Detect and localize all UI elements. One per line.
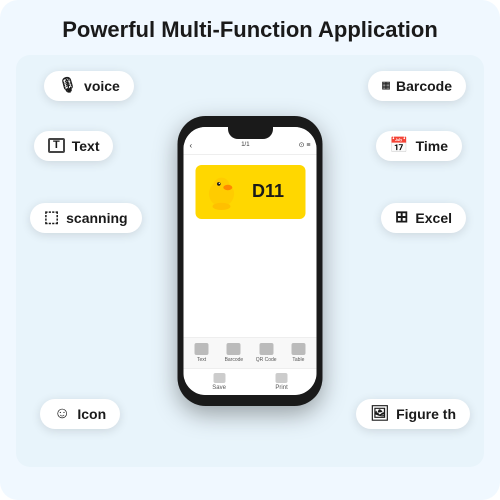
- screen-title: 1/1: [241, 142, 249, 148]
- chip-voice-label: voice: [84, 78, 120, 94]
- phone-screen: ‹ 1/1 ⊙ ≡: [184, 127, 317, 395]
- toolbar-qr[interactable]: QR Code: [252, 341, 280, 365]
- toolbar-barcode[interactable]: Barcode: [220, 341, 248, 365]
- voice-icon: 🎙: [58, 78, 77, 93]
- chip-voice[interactable]: 🎙 voice: [44, 71, 134, 101]
- main-container: Powerful Multi-Function Application 🎙 vo…: [0, 0, 500, 500]
- screen-icons: ⊙ ≡: [299, 141, 311, 149]
- toolbar-table-label: Table: [292, 357, 304, 363]
- page-title: Powerful Multi-Function Application: [16, 16, 484, 45]
- chip-excel[interactable]: ⊞ Excel: [381, 203, 466, 233]
- label-area: D11: [184, 155, 317, 248]
- scanning-icon: ⬚: [44, 210, 59, 226]
- save-button[interactable]: Save: [212, 373, 226, 391]
- label-card: D11: [195, 165, 305, 219]
- text-icon: T: [48, 138, 65, 153]
- screen-content: ‹ 1/1 ⊙ ≡: [184, 127, 317, 395]
- chip-scanning-label: scanning: [66, 210, 127, 226]
- chip-text[interactable]: T Text: [34, 131, 113, 161]
- label-d11: D11: [239, 181, 297, 202]
- screen-mid: [184, 248, 317, 337]
- toolbar-text-label: Text: [197, 357, 206, 363]
- screen-toolbar: Text Barcode QR Code Table: [184, 337, 317, 368]
- chip-barcode[interactable]: ▦ Barcode: [368, 71, 466, 101]
- content-area: 🎙 voice ▦ Barcode T Text 📅 Time ⬚ scanni…: [16, 55, 484, 467]
- time-icon: 📅: [390, 138, 409, 153]
- chip-icon-label: Icon: [77, 406, 106, 422]
- chip-text-label: Text: [72, 138, 100, 154]
- toolbar-text[interactable]: Text: [188, 341, 216, 365]
- phone-notch: [228, 127, 273, 139]
- chip-time-label: Time: [416, 138, 448, 154]
- screen-bottom-bar: Save Print: [184, 368, 317, 395]
- duck-svg: [203, 174, 239, 210]
- print-label: Print: [275, 385, 287, 391]
- barcode-icon: ▦: [382, 79, 389, 92]
- toolbar-barcode-label: Barcode: [225, 357, 244, 363]
- figure-icon: 🖼: [370, 406, 389, 421]
- chip-excel-label: Excel: [415, 210, 452, 226]
- save-label: Save: [212, 385, 226, 391]
- excel-icon: ⊞: [395, 210, 408, 226]
- chip-scanning[interactable]: ⬚ scanning: [30, 203, 142, 233]
- chip-figure[interactable]: 🖼 Figure th: [356, 399, 470, 429]
- print-button[interactable]: Print: [275, 373, 287, 391]
- chip-icon[interactable]: ☺ Icon: [40, 399, 120, 429]
- toolbar-table[interactable]: Table: [284, 341, 312, 365]
- toolbar-qr-label: QR Code: [256, 357, 277, 363]
- chip-time[interactable]: 📅 Time: [376, 131, 462, 161]
- screen-back-icon: ‹: [190, 141, 193, 150]
- phone-mockup: ‹ 1/1 ⊙ ≡: [178, 116, 323, 406]
- chip-figure-label: Figure th: [396, 406, 456, 422]
- chip-barcode-label: Barcode: [396, 78, 452, 94]
- icon-icon: ☺: [54, 406, 70, 422]
